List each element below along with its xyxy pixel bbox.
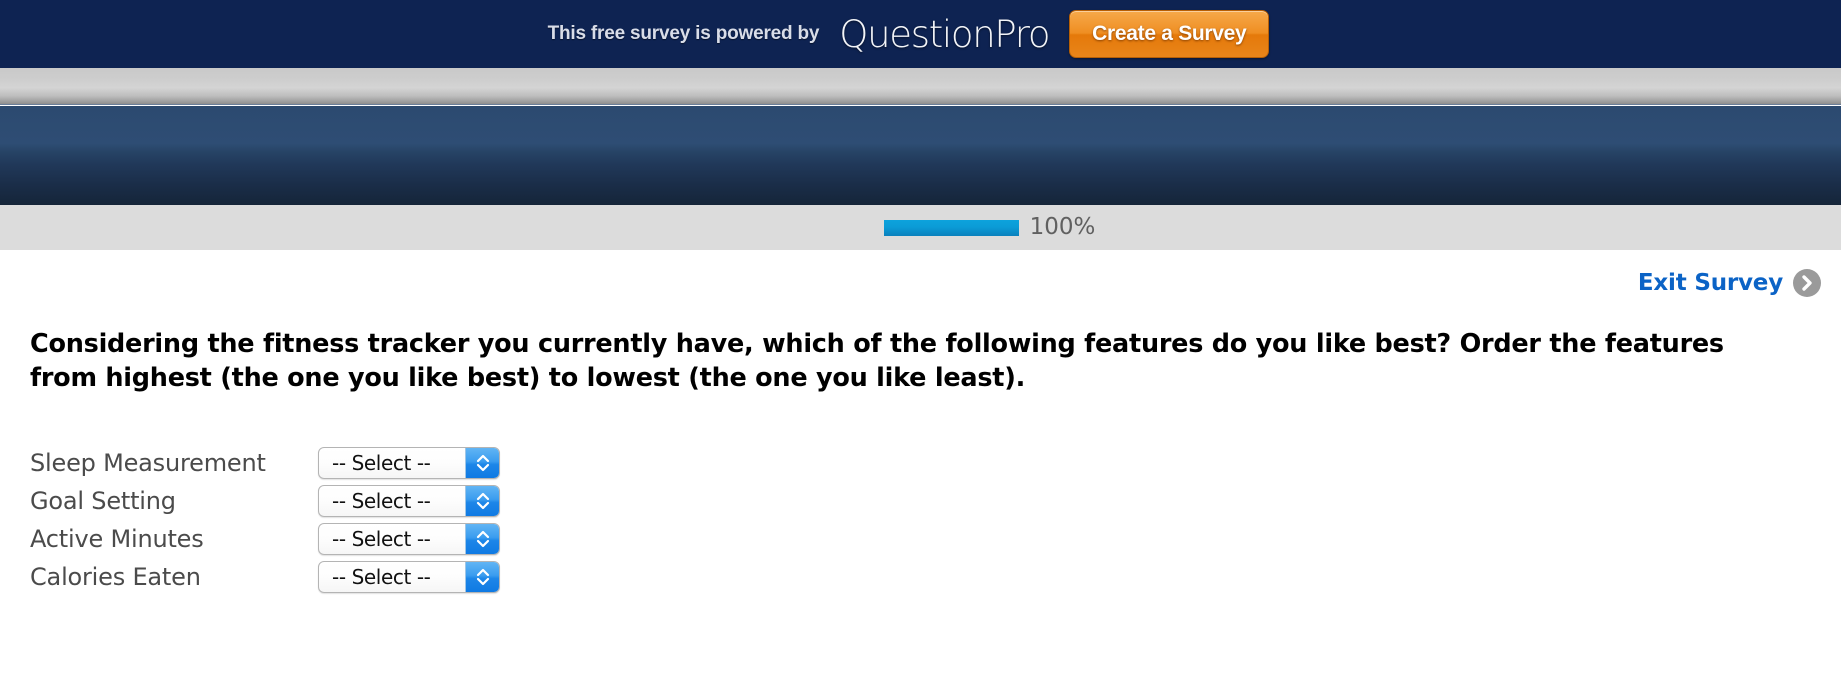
create-a-survey-button[interactable]: Create a Survey xyxy=(1069,10,1270,58)
chevron-updown-icon[interactable] xyxy=(465,524,499,554)
progress-group: 100% xyxy=(883,214,1096,240)
questionpro-promo-bar: This free survey is powered by QuestionP… xyxy=(0,0,1841,68)
rank-select-sleep-measurement[interactable]: -- Select -- xyxy=(318,447,500,479)
exit-survey-link[interactable]: Exit Survey xyxy=(1638,269,1821,297)
progress-bar-track xyxy=(883,219,1019,236)
browser-chrome-band xyxy=(0,68,1841,105)
progress-bar-fill xyxy=(883,219,1019,236)
table-row: Calories Eaten -- Select -- xyxy=(30,558,500,596)
rank-item-label: Calories Eaten xyxy=(30,563,201,591)
promo-content: This free survey is powered by QuestionP… xyxy=(548,10,1270,58)
chevron-updown-icon[interactable] xyxy=(465,448,499,478)
survey-progress-strip: 100% xyxy=(0,205,1841,250)
ranking-question-table: Sleep Measurement -- Select -- Goal Sett… xyxy=(30,444,500,596)
rank-select-value: -- Select -- xyxy=(332,451,431,475)
exit-survey-label: Exit Survey xyxy=(1637,270,1783,296)
rank-item-label: Sleep Measurement xyxy=(30,449,266,477)
rank-select-value: -- Select -- xyxy=(332,565,431,589)
rank-item-label: Active Minutes xyxy=(30,525,204,553)
rank-select-active-minutes[interactable]: -- Select -- xyxy=(318,523,500,555)
questionpro-logo: QuestionPro xyxy=(839,12,1050,56)
rank-item-label: Goal Setting xyxy=(30,487,176,515)
table-row: Sleep Measurement -- Select -- xyxy=(30,444,500,482)
survey-content-area: Exit Survey Considering the fitness trac… xyxy=(0,250,1841,680)
circle-arrow-right-icon xyxy=(1793,269,1821,297)
chevron-updown-icon[interactable] xyxy=(465,486,499,516)
progress-percent-label: 100% xyxy=(1029,214,1096,240)
chevron-updown-icon[interactable] xyxy=(465,562,499,592)
table-row: Goal Setting -- Select -- xyxy=(30,482,500,520)
rank-select-value: -- Select -- xyxy=(332,489,431,513)
question-text: Considering the fitness tracker you curr… xyxy=(30,329,1724,393)
table-row: Active Minutes -- Select -- xyxy=(30,520,500,558)
rank-select-value: -- Select -- xyxy=(332,527,431,551)
survey-header-banner xyxy=(0,106,1841,205)
rank-select-calories-eaten[interactable]: -- Select -- xyxy=(318,561,500,593)
rank-select-goal-setting[interactable]: -- Select -- xyxy=(318,485,500,517)
promo-tagline: This free survey is powered by xyxy=(547,23,820,44)
